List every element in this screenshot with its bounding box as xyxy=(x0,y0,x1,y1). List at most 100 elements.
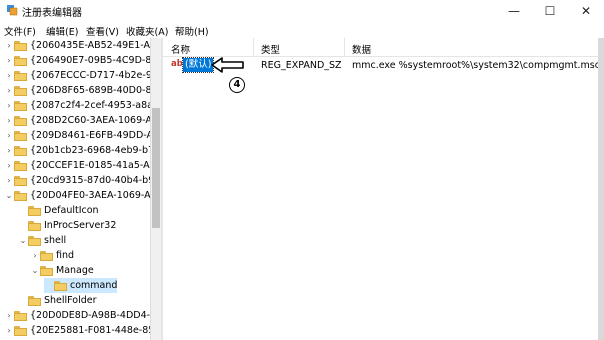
tree-item-label: DefaultIcon xyxy=(44,205,99,216)
value-type: REG_EXPAND_SZ xyxy=(261,60,342,71)
folder-icon xyxy=(54,280,67,291)
tree-item[interactable]: › {20CCEF1E-0185-41a5-A933 xyxy=(4,158,150,173)
folder-icon xyxy=(14,100,27,111)
tree-item[interactable]: › {20E25881-F081-448e-85C9 xyxy=(4,323,150,338)
column-name[interactable]: 名称 xyxy=(171,42,190,56)
folder-icon xyxy=(14,70,27,81)
tree-item-label: {20CCEF1E-0185-41a5-A933 xyxy=(30,160,150,171)
folder-icon xyxy=(14,85,27,96)
annotation-arrow-icon xyxy=(211,57,244,73)
value-name[interactable]: (默认) xyxy=(181,57,215,73)
chevron-right-icon[interactable]: › xyxy=(4,311,14,320)
tree-item-label: shell xyxy=(44,235,67,246)
menu-file[interactable]: 文件(F) xyxy=(4,24,36,38)
tree-item[interactable]: › {206D8F65-689B-40D0-8F07 xyxy=(4,83,150,98)
folder-icon xyxy=(14,145,27,156)
tree-scrollbar[interactable] xyxy=(150,38,161,340)
tree-item[interactable]: › {2060435E-AB52-49E1-A2EA xyxy=(4,38,150,53)
tree-scrollbar-thumb[interactable] xyxy=(152,108,160,228)
right-edge xyxy=(598,38,604,340)
tree-item[interactable]: › {206490E7-09B5-4C9D-8E54 xyxy=(4,53,150,68)
tree-item[interactable]: InProcServer32 xyxy=(18,218,116,233)
folder-icon xyxy=(14,55,27,66)
menu-edit[interactable]: 编辑(E) xyxy=(46,24,78,38)
chevron-right-icon[interactable]: › xyxy=(4,86,14,95)
pane-splitter[interactable] xyxy=(161,38,163,340)
close-button[interactable]: ✕ xyxy=(568,0,604,22)
string-value-icon: ab xyxy=(171,59,183,69)
tree-item-label: {20E25881-F081-448e-85C9 xyxy=(30,325,150,336)
folder-icon xyxy=(14,115,27,126)
tree-item-label: find xyxy=(56,250,75,261)
chevron-right-icon[interactable]: › xyxy=(4,116,14,125)
chevron-down-icon[interactable]: ⌄ xyxy=(4,191,14,200)
registry-tree[interactable]: › {2060435E-AB52-49E1-A2EA › {206490E7-09B5… xyxy=(0,38,150,340)
folder-icon xyxy=(40,250,53,261)
menu-bar: 文件(F) 编辑(E) 查看(V) 收藏夹(A) 帮助(H) xyxy=(0,22,604,38)
folder-icon xyxy=(14,40,27,51)
tree-item-label: {209D8461-E6FB-49DD-A82 xyxy=(30,130,150,141)
folder-icon xyxy=(28,205,41,216)
chevron-right-icon[interactable]: › xyxy=(4,326,14,335)
chevron-right-icon[interactable]: › xyxy=(4,41,14,50)
chevron-right-icon[interactable]: › xyxy=(4,101,14,110)
tree-item-label: {2060435E-AB52-49E1-A2EA xyxy=(30,40,150,51)
column-data[interactable]: 数据 xyxy=(352,42,371,56)
chevron-right-icon[interactable]: › xyxy=(4,161,14,170)
tree-item-label: InProcServer32 xyxy=(44,220,117,231)
folder-icon xyxy=(28,295,41,306)
tree-item-label: Manage xyxy=(56,265,94,276)
folder-icon xyxy=(14,190,27,201)
chevron-right-icon[interactable]: › xyxy=(30,251,40,260)
regedit-icon xyxy=(7,5,18,16)
tree-item-label: {2067ECCC-D717-4b2e-9B3 xyxy=(30,70,150,81)
tree-item-label: {206490E7-09B5-4C9D-8E54 xyxy=(30,55,150,66)
tree-item[interactable]: › find xyxy=(30,248,74,263)
step-number-badge: 4 xyxy=(229,77,245,93)
folder-icon xyxy=(14,310,27,321)
tree-item[interactable]: ⌄ {20D04FE0-3AEA-1069-A2D xyxy=(4,188,150,203)
folder-icon xyxy=(14,130,27,141)
folder-icon xyxy=(28,235,41,246)
menu-view[interactable]: 查看(V) xyxy=(86,24,119,38)
chevron-right-icon[interactable]: › xyxy=(4,146,14,155)
tree-item-label: {2087c2f4-2cef-4953-a8ab-6 xyxy=(30,100,150,111)
window-title: 注册表编辑器 xyxy=(22,8,82,19)
folder-icon xyxy=(28,220,41,231)
tree-item[interactable]: command xyxy=(44,278,118,293)
tree-item[interactable]: › {20D0DE8D-A98B-4DD4-BA xyxy=(4,308,150,323)
tree-item-label: {208D2C60-3AEA-1069-A2D xyxy=(30,115,150,126)
minimize-button[interactable]: — xyxy=(496,0,532,22)
value-data: mmc.exe %systemroot%\system32\compmgmt.m… xyxy=(352,60,604,71)
chevron-down-icon[interactable]: ⌄ xyxy=(30,266,40,275)
column-separator[interactable] xyxy=(344,38,345,56)
chevron-right-icon[interactable]: › xyxy=(4,56,14,65)
column-type[interactable]: 类型 xyxy=(261,42,280,56)
tree-item[interactable]: DefaultIcon xyxy=(18,203,99,218)
tree-item[interactable]: › {209D8461-E6FB-49DD-A82 xyxy=(4,128,150,143)
tree-item-label: {20cd9315-87d0-40b4-b925 xyxy=(30,175,150,186)
tree-item[interactable]: › {208D2C60-3AEA-1069-A2D xyxy=(4,113,150,128)
chevron-right-icon[interactable]: › xyxy=(4,176,14,185)
tree-item[interactable]: ⌄ shell xyxy=(18,233,66,248)
column-separator[interactable] xyxy=(253,38,254,56)
menu-favorites[interactable]: 收藏夹(A) xyxy=(126,24,168,38)
menu-help[interactable]: 帮助(H) xyxy=(175,24,209,38)
folder-icon xyxy=(14,160,27,171)
values-header: 名称 类型 数据 xyxy=(163,38,604,57)
tree-item-label: command xyxy=(70,280,118,291)
chevron-right-icon[interactable]: › xyxy=(4,131,14,140)
tree-item[interactable]: › {2067ECCC-D717-4b2e-9B3 xyxy=(4,68,150,83)
tree-item-label: {20D0DE8D-A98B-4DD4-BA xyxy=(30,310,150,321)
tree-item[interactable]: ShellFolder xyxy=(18,293,97,308)
folder-icon xyxy=(14,175,27,186)
title-bar: 注册表编辑器 — ☐ ✕ xyxy=(0,0,604,22)
chevron-right-icon[interactable]: › xyxy=(4,71,14,80)
tree-item[interactable]: › {20b1cb23-6968-4eb9-b7d4 xyxy=(4,143,150,158)
chevron-down-icon[interactable]: ⌄ xyxy=(18,236,28,245)
tree-item[interactable]: › {2087c2f4-2cef-4953-a8ab-6 xyxy=(4,98,150,113)
folder-icon xyxy=(14,325,27,336)
tree-item[interactable]: › {20cd9315-87d0-40b4-b925 xyxy=(4,173,150,188)
maximize-button[interactable]: ☐ xyxy=(532,0,568,22)
tree-item[interactable]: ⌄ Manage xyxy=(30,263,94,278)
